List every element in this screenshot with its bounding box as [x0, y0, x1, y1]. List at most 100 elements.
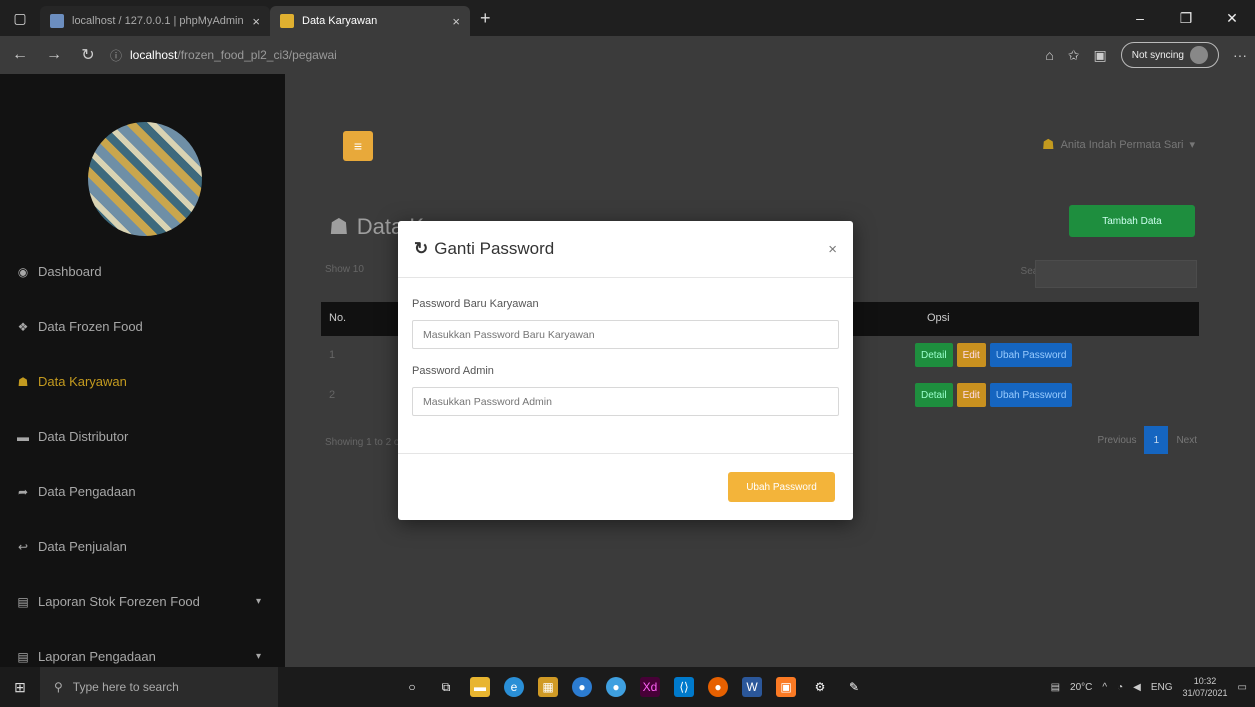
- sidebar: ◉ Dashboard ❖ Data Frozen Food ☗ Data Ka…: [0, 74, 285, 667]
- read-aloud-icon[interactable]: ⌂: [1045, 47, 1053, 63]
- back-icon[interactable]: ←: [8, 46, 32, 64]
- page-1-button[interactable]: 1: [1144, 426, 1169, 454]
- detail-button[interactable]: Detail: [915, 383, 953, 407]
- chevron-up-icon[interactable]: ^: [1102, 682, 1107, 693]
- column-header-no[interactable]: No.: [329, 312, 346, 324]
- reply-icon: ↩: [17, 539, 29, 554]
- edit-button[interactable]: Edit: [956, 383, 986, 407]
- cubes-icon: ❖: [17, 319, 29, 334]
- sidebar-nav: ◉ Dashboard ❖ Data Frozen Food ☗ Data Ka…: [0, 244, 285, 684]
- xampp-icon[interactable]: ▣: [776, 677, 796, 697]
- sidebar-item-label: Data Penjualan: [38, 539, 127, 554]
- user-menu[interactable]: ☗ Anita Indah Permata Sari ▾: [1042, 136, 1195, 153]
- weather-text[interactable]: 20°C: [1070, 682, 1092, 693]
- cortana-icon[interactable]: ○: [402, 677, 422, 697]
- show-entries[interactable]: Show 10: [325, 264, 364, 275]
- collections-icon[interactable]: ▣: [1094, 47, 1107, 64]
- forward-icon[interactable]: →: [42, 46, 66, 64]
- refresh-icon[interactable]: ↻: [76, 45, 100, 65]
- refresh-icon: ↻: [414, 239, 429, 258]
- submit-change-password-button[interactable]: Ubah Password: [728, 472, 835, 502]
- dashboard-icon: ◉: [17, 264, 29, 279]
- next-page-button[interactable]: Next: [1176, 435, 1197, 446]
- window-menu-icon[interactable]: ▢: [0, 0, 40, 36]
- system-tray: ▤ 20°C ^ ◔ ◀ ENG 10:32 31/07/2021 ▭: [1051, 675, 1255, 699]
- tab-data-karyawan[interactable]: Data Karyawan ×: [270, 6, 470, 36]
- site-favicon-icon: [280, 14, 294, 28]
- sidebar-item-penjualan[interactable]: ↩ Data Penjualan: [0, 519, 285, 574]
- sidebar-item-distributor[interactable]: ▬ Data Distributor: [0, 409, 285, 464]
- paint-icon[interactable]: ✎: [844, 677, 864, 697]
- change-password-button[interactable]: Ubah Password: [989, 343, 1073, 367]
- address-bar: ← → ↻ ⓘ localhost/frozen_food_pl2_ci3/pe…: [0, 36, 1255, 74]
- modal-footer: Ubah Password: [398, 454, 853, 520]
- favorites-icon[interactable]: ✩: [1068, 47, 1080, 64]
- browser-icon[interactable]: ●: [606, 677, 626, 697]
- detail-button[interactable]: Detail: [915, 343, 953, 367]
- maximize-icon[interactable]: ❐: [1163, 10, 1209, 27]
- sidebar-item-label: Data Pengadaan: [38, 484, 136, 499]
- tab-title: Data Karyawan: [302, 15, 378, 27]
- caret-down-icon: ▾: [255, 651, 261, 662]
- info-icon[interactable]: ⓘ: [110, 47, 122, 64]
- sidebar-item-karyawan[interactable]: ☗ Data Karyawan: [0, 354, 285, 409]
- sidebar-item-pengadaan[interactable]: ➦ Data Pengadaan: [0, 464, 285, 519]
- volume-icon[interactable]: ◀: [1133, 682, 1141, 693]
- add-data-button[interactable]: Tambah Data: [1069, 205, 1195, 237]
- file-explorer-icon[interactable]: ▬: [470, 677, 490, 697]
- sidebar-item-laporan-stok[interactable]: ▤ Laporan Stok Forezen Food ▾: [0, 574, 285, 629]
- chrome-icon[interactable]: ●: [572, 677, 592, 697]
- network-icon[interactable]: ◔: [1117, 682, 1123, 693]
- settings-icon[interactable]: ⚙: [810, 677, 830, 697]
- modal-header: ↻ Ganti Password ×: [398, 221, 853, 278]
- profile-sync-button[interactable]: Not syncing: [1120, 42, 1219, 68]
- change-password-button[interactable]: Ubah Password: [989, 383, 1073, 407]
- menu-toggle-button[interactable]: ≡: [343, 131, 373, 161]
- taskbar-search[interactable]: ⚲ Type here to search: [40, 667, 278, 707]
- row-number: 2: [329, 389, 336, 401]
- profile-avatar: [1190, 46, 1208, 64]
- previous-page-button[interactable]: Previous: [1098, 435, 1137, 446]
- close-tab-icon[interactable]: ×: [452, 14, 460, 29]
- sidebar-item-frozen-food[interactable]: ❖ Data Frozen Food: [0, 299, 285, 354]
- edge-icon[interactable]: e: [504, 677, 524, 697]
- admin-password-label: Password Admin: [412, 365, 494, 377]
- vscode-icon[interactable]: ⟨⟩: [674, 677, 694, 697]
- sidebar-item-label: Laporan Pengadaan: [38, 649, 156, 664]
- search-input[interactable]: [1035, 260, 1197, 288]
- caret-down-icon: ▾: [255, 596, 261, 607]
- admin-password-input[interactable]: [412, 387, 839, 416]
- word-icon[interactable]: W: [742, 677, 762, 697]
- sidebar-item-label: Data Karyawan: [38, 374, 127, 389]
- url-host: localhost: [130, 48, 178, 62]
- edit-button[interactable]: Edit: [956, 343, 986, 367]
- new-password-input[interactable]: [412, 320, 839, 349]
- sidebar-item-dashboard[interactable]: ◉ Dashboard: [0, 244, 285, 299]
- firefox-icon[interactable]: ●: [708, 677, 728, 697]
- phpmyadmin-favicon-icon: [50, 14, 64, 28]
- task-view-icon[interactable]: ⧉: [436, 677, 456, 697]
- modal-body: Password Baru Karyawan Password Admin: [398, 278, 853, 454]
- windows-start-icon[interactable]: ⊞: [0, 679, 40, 696]
- truck-icon: ▬: [17, 429, 29, 444]
- new-tab-icon[interactable]: +: [470, 8, 501, 29]
- close-window-icon[interactable]: ✕: [1209, 10, 1255, 27]
- store-icon[interactable]: ▦: [538, 677, 558, 697]
- clock[interactable]: 10:32 31/07/2021: [1183, 675, 1228, 699]
- weather-icon[interactable]: ▤: [1051, 682, 1060, 693]
- tab-phpmyadmin[interactable]: localhost / 127.0.0.1 | phpMyAdmin ×: [40, 6, 270, 36]
- row-number: 1: [329, 349, 336, 361]
- minimize-icon[interactable]: –: [1117, 10, 1163, 27]
- users-icon: ☗: [17, 374, 29, 389]
- language-indicator[interactable]: ENG: [1151, 682, 1173, 693]
- column-header-opsi[interactable]: Opsi: [927, 312, 950, 324]
- more-icon[interactable]: ···: [1233, 47, 1247, 63]
- caret-down-icon: ▾: [1189, 139, 1195, 151]
- url-field[interactable]: ⓘ localhost/frozen_food_pl2_ci3/pegawai: [110, 41, 1035, 69]
- notifications-icon[interactable]: ▭: [1238, 682, 1247, 693]
- close-tab-icon[interactable]: ×: [252, 14, 260, 29]
- tab-title: localhost / 127.0.0.1 | phpMyAdmin: [72, 15, 244, 27]
- adobe-xd-icon[interactable]: Xd: [640, 677, 660, 697]
- file-icon: ▤: [17, 649, 29, 664]
- close-modal-button[interactable]: ×: [828, 241, 837, 258]
